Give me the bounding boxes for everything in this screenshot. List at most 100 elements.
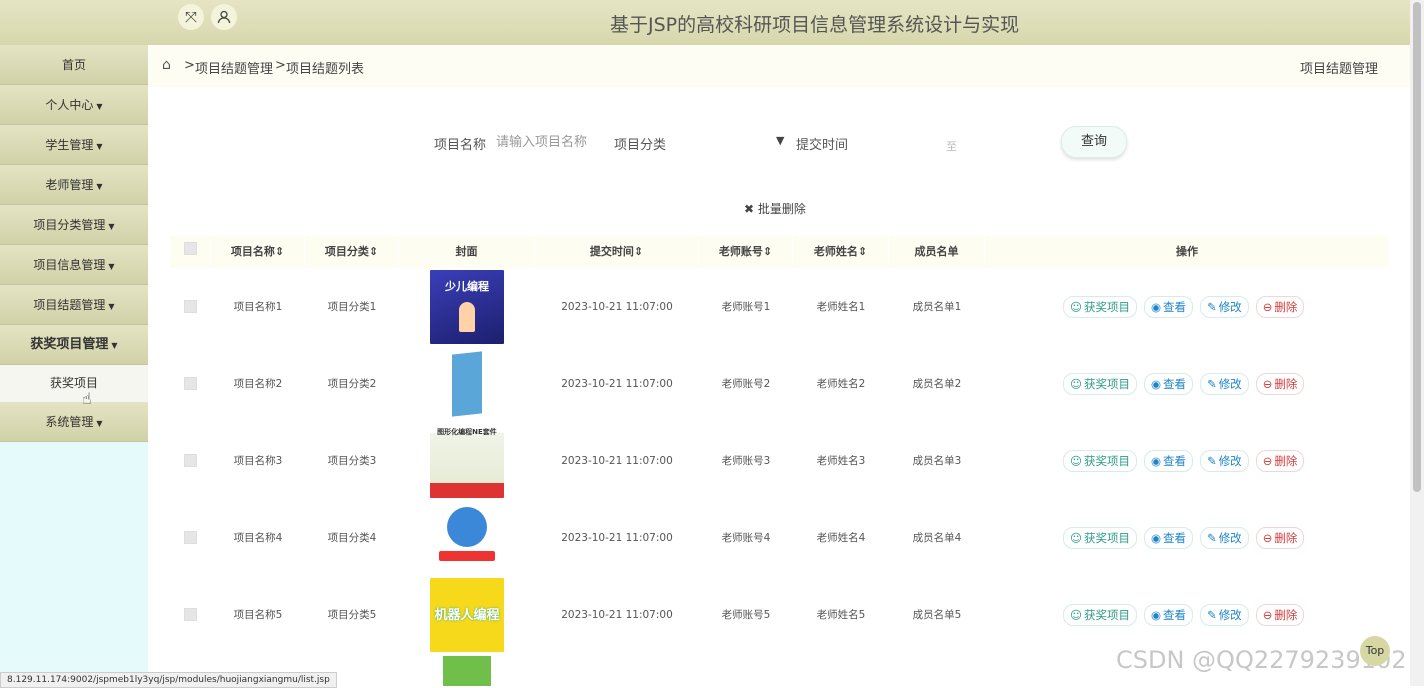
home-icon[interactable]: ⌂: [162, 57, 171, 73]
sidebar-item-project-category[interactable]: 项目分类管理 ▼: [0, 205, 148, 245]
view-button[interactable]: ◉ 查看: [1144, 603, 1194, 626]
checkbox[interactable]: [184, 531, 197, 544]
eye-icon: ◉: [1151, 607, 1162, 622]
checkbox[interactable]: [184, 454, 197, 467]
row-checkbox[interactable]: [170, 576, 211, 653]
back-to-top-button[interactable]: Top: [1360, 636, 1390, 666]
edit-button[interactable]: ✎ 修改: [1200, 295, 1249, 318]
checkbox[interactable]: [184, 608, 197, 621]
project-name-input[interactable]: [494, 124, 608, 160]
sidebar-item-system[interactable]: 系统管理 ▼: [0, 402, 148, 442]
action-label: 获奖项目: [1084, 299, 1130, 314]
checkbox[interactable]: [184, 377, 197, 390]
edit-button[interactable]: ✎ 修改: [1200, 526, 1249, 549]
header-label: 老师姓名: [813, 245, 858, 258]
sort-icon: ⇕: [857, 245, 868, 258]
sidebar-item-home[interactable]: 首页: [0, 45, 148, 85]
eye-icon: ◉: [1151, 530, 1162, 545]
user-icon: ☺: [1070, 607, 1082, 622]
edit-button[interactable]: ✎ 修改: [1200, 603, 1249, 626]
cover-image: 少儿编程: [430, 269, 504, 344]
sidebar: 首页 个人中心 ▼ 学生管理 ▼ 老师管理 ▼ 项目分类管理 ▼ 项目信息管理 ▼ 项目结…: [0, 45, 148, 686]
query-button[interactable]: 查询: [1061, 126, 1127, 158]
view-button[interactable]: ◉ 查看: [1144, 526, 1194, 549]
cell-project-name: 项目名称1: [233, 301, 283, 313]
delete-button[interactable]: ⊖ 删除: [1255, 603, 1305, 626]
scrollbar-thumb[interactable]: [1413, 2, 1421, 492]
hand-cursor-icon: ☝: [82, 389, 92, 408]
sidebar-item-label: 学生管理: [45, 138, 94, 152]
sidebar-item-personal-center[interactable]: 个人中心 ▼: [0, 85, 148, 125]
row-actions: ☺ 获奖项目 ◉ 查看 ✎ 修改 ⊖ 删除: [1063, 422, 1305, 499]
user-icon[interactable]: [211, 4, 237, 30]
cell-project-category: 项目分类4: [327, 532, 377, 544]
header-teacher-name[interactable]: 老师姓名⇕: [793, 236, 889, 268]
delete-button[interactable]: ⊖ 删除: [1255, 372, 1305, 395]
cell-teacher-account: 老师账号3: [721, 455, 771, 467]
sidebar-subitem-award-project[interactable]: 获奖项目: [0, 365, 148, 402]
view-button[interactable]: ◉ 查看: [1144, 295, 1194, 318]
cover-image: [443, 656, 491, 686]
action-label: 删除: [1274, 453, 1298, 468]
breadcrumb-level1[interactable]: 项目结题管理: [195, 58, 273, 77]
select-all-checkbox[interactable]: [170, 236, 211, 268]
cell-cover: 机器人编程: [399, 576, 535, 653]
table-row: 项目名称5 项目分类5 机器人编程 2023-10-21 11:07:00 老师账号5 老…: [170, 576, 1390, 653]
header-label: 封面: [455, 245, 478, 258]
header-label: 提交时间: [589, 245, 634, 258]
cell-submit-time: 2023-10-21 11:07:00: [561, 377, 673, 390]
checkbox[interactable]: [184, 300, 197, 313]
award-project-button[interactable]: ☺ 获奖项目: [1063, 449, 1137, 472]
edit-button[interactable]: ✎ 修改: [1200, 449, 1249, 472]
award-project-button[interactable]: ☺ 获奖项目: [1063, 603, 1137, 626]
sidebar-item-project-conclusion[interactable]: 项目结题管理 ▼: [0, 285, 148, 325]
cell-project-name: 项目名称5: [233, 609, 283, 621]
cell-project-category: 项目分类3: [327, 455, 377, 467]
sidebar-item-project-info[interactable]: 项目信息管理 ▼: [0, 245, 148, 285]
minus-circle-icon: ⊖: [1262, 530, 1273, 545]
header-teacher-account[interactable]: 老师账号⇕: [699, 236, 793, 268]
row-actions: ☺ 获奖项目 ◉ 查看 ✎ 修改 ⊖ 删除: [1063, 268, 1305, 345]
action-label: 查看: [1163, 376, 1187, 391]
cell-teacher-name: 老师姓名2: [816, 378, 866, 390]
eye-icon: ◉: [1151, 376, 1162, 391]
minus-circle-icon: ⊖: [1262, 299, 1273, 314]
header-project-name[interactable]: 项目名称⇕: [211, 236, 305, 268]
row-checkbox[interactable]: [170, 499, 211, 576]
checkbox[interactable]: [183, 242, 197, 255]
sidebar-item-teachers[interactable]: 老师管理 ▼: [0, 165, 148, 205]
header-actions: 操作: [985, 236, 1390, 268]
sidebar-item-students[interactable]: 学生管理 ▼: [0, 125, 148, 165]
delete-button[interactable]: ⊖ 删除: [1255, 295, 1305, 318]
action-label: 删除: [1274, 376, 1298, 391]
row-checkbox[interactable]: [170, 268, 211, 345]
header-label: 老师账号: [718, 245, 763, 258]
header-submit-time[interactable]: 提交时间⇕: [535, 236, 699, 268]
action-label: 删除: [1274, 299, 1298, 314]
delete-button[interactable]: ⊖ 删除: [1255, 449, 1305, 472]
cell-teacher-name: 老师姓名1: [816, 301, 866, 313]
fullscreen-icon[interactable]: ⤧: [178, 4, 204, 30]
view-button[interactable]: ◉ 查看: [1144, 372, 1194, 395]
award-project-button[interactable]: ☺ 获奖项目: [1063, 526, 1137, 549]
category-select-chevron-icon[interactable]: ▼: [776, 134, 784, 147]
vertical-scrollbar[interactable]: [1410, 0, 1424, 686]
delete-button[interactable]: ⊖ 删除: [1255, 526, 1305, 549]
award-project-button[interactable]: ☺ 获奖项目: [1063, 372, 1137, 395]
pencil-icon: ✎: [1207, 376, 1217, 391]
cell-cover: 少儿编程: [399, 268, 535, 345]
batch-delete-button[interactable]: ✖ 批量删除: [744, 200, 806, 217]
row-checkbox[interactable]: [170, 345, 211, 422]
minus-circle-icon: ⊖: [1262, 607, 1273, 622]
sidebar-item-award-projects[interactable]: 获奖项目管理 ▼: [0, 325, 148, 365]
view-button[interactable]: ◉ 查看: [1144, 449, 1194, 472]
action-label: 查看: [1163, 453, 1187, 468]
caret-down-icon: ▼: [96, 419, 103, 428]
cell-cover: [399, 345, 535, 422]
breadcrumb-level2: 项目结题列表: [286, 62, 365, 77]
sidebar-item-label: 项目分类管理: [33, 218, 106, 232]
row-checkbox[interactable]: [170, 422, 211, 499]
edit-button[interactable]: ✎ 修改: [1200, 372, 1249, 395]
award-project-button[interactable]: ☺ 获奖项目: [1063, 295, 1137, 318]
header-project-category[interactable]: 项目分类⇕: [305, 236, 399, 268]
